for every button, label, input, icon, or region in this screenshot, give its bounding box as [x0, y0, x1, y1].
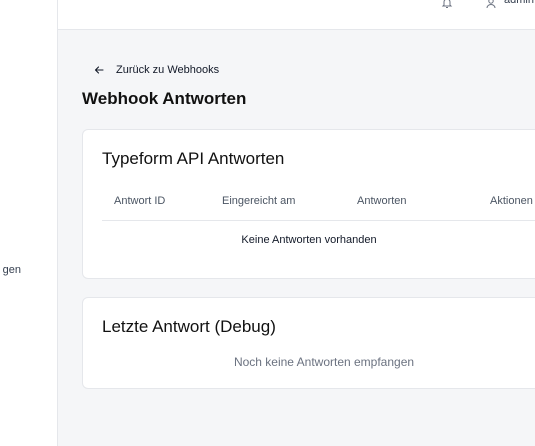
top-bar: admin [58, 0, 535, 30]
username[interactable]: admin [504, 0, 534, 6]
page-title: Webhook Antworten [82, 89, 247, 108]
arrow-left-icon [94, 66, 104, 74]
back-link-label: Zurück zu Webhooks [116, 64, 220, 76]
column-header-response-id: Antwort ID [114, 195, 166, 207]
user-icon[interactable] [485, 0, 497, 9]
debug-card-title: Letzte Antwort (Debug) [102, 317, 276, 336]
table-divider [102, 220, 535, 221]
column-header-actions: Aktionen [490, 195, 533, 207]
bell-icon[interactable] [441, 0, 453, 8]
responses-card-title: Typeform API Antworten [102, 149, 285, 168]
sidebar-item-label: gen [2, 264, 21, 276]
back-to-webhooks-link[interactable]: Zurück zu Webhooks [94, 62, 219, 78]
app-window: gen admin Zurück zu Webhooks Webhook Ant… [0, 0, 535, 446]
sidebar: gen [0, 0, 58, 446]
debug-card: Letzte Antwort (Debug) Noch keine Antwor… [82, 297, 535, 389]
sidebar-item-partial[interactable]: gen [0, 263, 57, 279]
responses-card: Typeform API Antworten Antwort ID Einger… [82, 129, 535, 279]
column-header-answers: Antworten [357, 195, 407, 207]
empty-state-text: Keine Antworten vorhanden [241, 234, 377, 246]
column-header-submitted-at: Eingereicht am [222, 195, 296, 207]
debug-empty-text: Noch keine Antworten empfangen [233, 355, 415, 369]
